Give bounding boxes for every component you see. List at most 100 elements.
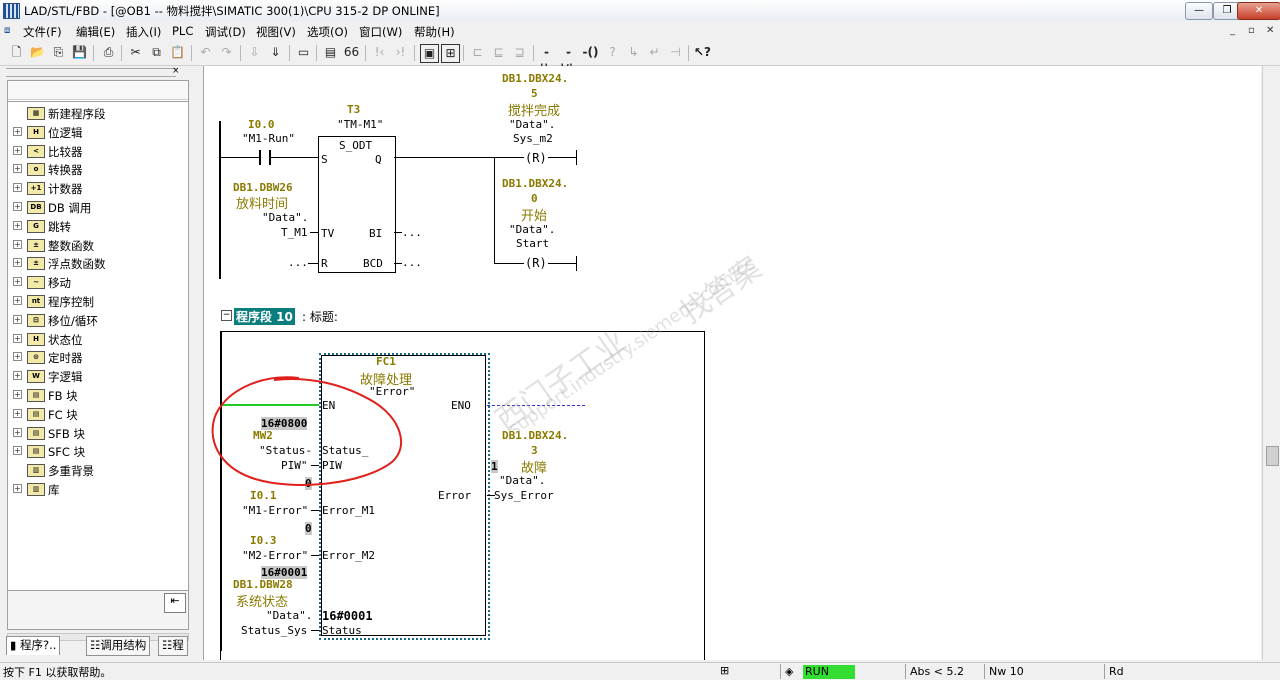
tab-call-structure[interactable]: ☷调用结构 [86, 636, 151, 656]
download-icon[interactable]: ⇓ [267, 44, 284, 61]
expand-icon[interactable]: + [13, 164, 22, 174]
connection-icon[interactable]: ⊣ [667, 44, 684, 61]
coil-icon[interactable]: -() [582, 44, 599, 61]
mdi-close-icon[interactable]: ✕ [1266, 25, 1274, 36]
status-sys-symbol-2: Status_Sys [241, 624, 308, 637]
new-icon[interactable]: 🗋 [8, 44, 25, 61]
coil2[interactable]: (R) [525, 256, 547, 270]
close-branch-icon[interactable]: ⊒ [511, 44, 528, 61]
close-button[interactable]: ✕ [1237, 2, 1280, 20]
tree-item-label: SFB 块 [48, 426, 85, 441]
menu-insert[interactable]: 插入(I) [126, 24, 161, 40]
program-elements-icon[interactable]: ⊞ [441, 44, 460, 63]
expand-icon[interactable]: + [13, 126, 22, 136]
collapse-network-icon[interactable]: − [221, 310, 232, 321]
expand-icon[interactable]: + [13, 145, 22, 155]
network-label[interactable]: 程序段 10 [234, 308, 295, 325]
nc-contact-icon[interactable]: -|/|- [560, 44, 578, 76]
print-icon[interactable]: ⎙ [100, 44, 117, 61]
pane-close-icon[interactable]: × [172, 66, 180, 76]
menu-file[interactable]: 文件(F) [23, 24, 62, 40]
redo-icon[interactable]: ↷ [218, 44, 235, 61]
mdi-restore-icon[interactable]: ▫ [1248, 25, 1255, 36]
open-block-icon[interactable]: ▭ [295, 44, 312, 61]
r-ellipsis: ... [288, 256, 308, 269]
branch-icon[interactable]: ⊑ [490, 44, 507, 61]
expand-icon[interactable]: + [13, 333, 22, 343]
open-branch-icon[interactable]: ↳ [625, 44, 642, 61]
pane-grip[interactable] [6, 68, 176, 77]
status-sys-symbol-1: "Data". [266, 609, 313, 622]
expand-icon[interactable]: + [13, 390, 22, 399]
close-branch-2-icon[interactable]: ↵ [646, 44, 663, 61]
tab-label: 调用结构 [100, 638, 147, 652]
expand-icon[interactable]: + [13, 277, 22, 287]
vertical-scrollbar[interactable] [1262, 66, 1280, 660]
copy-icon[interactable]: ⧉ [148, 44, 165, 61]
pane-shrink-icon[interactable]: ⇤ [164, 593, 186, 613]
network-title[interactable]: : 标题: [302, 308, 338, 325]
coil1[interactable]: (R) [525, 151, 547, 165]
open-icon[interactable]: 📂 [29, 44, 46, 61]
status-sys-comment: 系统状态 [236, 595, 289, 610]
menu-edit[interactable]: 编辑(E) [76, 24, 115, 40]
monitor-icon[interactable]: 66 [343, 44, 360, 61]
expand-icon[interactable]: + [13, 183, 22, 193]
separator [93, 45, 94, 61]
library-icon: ▥ [27, 483, 45, 496]
mdi-system-icon[interactable]: ⧈ [4, 25, 10, 36]
tab-program-elements[interactable]: ▮ 程序?.. [6, 636, 61, 655]
multi-instance-icon: ▥ [27, 464, 45, 478]
expand-icon[interactable]: + [13, 202, 22, 211]
menu-plc[interactable]: PLC [172, 24, 193, 38]
expand-icon[interactable]: + [13, 408, 22, 418]
accessible-nodes-icon[interactable]: ⎘ [50, 44, 67, 61]
pin-r: R [321, 257, 328, 270]
expand-icon[interactable]: + [13, 239, 22, 249]
network-overview-icon[interactable]: ▤ [322, 44, 339, 61]
overview-on-off-icon[interactable]: ▣ [420, 44, 439, 63]
expand-icon[interactable]: + [13, 371, 22, 381]
expand-icon[interactable]: + [13, 352, 22, 362]
save-icon[interactable]: 💾 [71, 44, 88, 61]
converter-icon: o [27, 163, 45, 177]
error-symbol-2: Sys_Error [494, 489, 554, 502]
db-call-icon: DB [27, 201, 45, 214]
tab-truncated[interactable]: ☷程 [158, 636, 188, 656]
menu-options[interactable]: 选项(O) [307, 24, 348, 40]
menu-debug[interactable]: 调试(D) [205, 24, 246, 40]
m2-error-value: 0 [305, 522, 312, 535]
context-help-icon[interactable]: ↖? [694, 44, 711, 61]
minimize-button[interactable]: — [1185, 2, 1213, 20]
mdi-minimize-icon[interactable]: _ [1230, 25, 1235, 36]
annotation-ellipse [211, 376, 402, 486]
load-icon[interactable]: ⇩ [246, 44, 263, 61]
expand-icon[interactable]: + [13, 220, 22, 230]
title-bar: LAD/STL/FBD - [@OB1 -- 物料搅拌\SIMATIC 300(… [0, 0, 1280, 22]
scrollbar-thumb[interactable] [1266, 446, 1279, 466]
undo-icon[interactable]: ↶ [197, 44, 214, 61]
expand-icon[interactable]: + [13, 296, 22, 305]
cut-icon[interactable]: ✂ [127, 44, 144, 61]
no-contact-icon[interactable]: -||- [538, 44, 555, 76]
menu-window[interactable]: 窗口(W) [359, 24, 402, 40]
expand-icon[interactable]: + [13, 446, 22, 456]
empty-box-icon[interactable]: ? [604, 44, 621, 61]
timer-box[interactable]: S_ODT S Q TV BI R BCD [318, 136, 396, 273]
tree-item-label: 浮点数函数 [48, 257, 106, 272]
toggle-display-icon[interactable]: ›! [392, 44, 409, 61]
expand-icon[interactable]: + [13, 484, 22, 493]
expand-icon[interactable]: + [13, 314, 22, 324]
paste-icon[interactable]: 📋 [169, 44, 186, 61]
coil-end-bar [576, 256, 577, 271]
toggle-comments-icon[interactable]: !‹ [371, 44, 388, 61]
insert-branch-icon[interactable]: ⊏ [469, 44, 486, 61]
ladder-editor[interactable]: I0.0 "M1-Run" T3 "TM-M1" S_ODT S Q TV BI… [204, 66, 1261, 660]
menu-help[interactable]: 帮助(H) [414, 24, 455, 40]
expand-icon[interactable]: + [13, 258, 22, 268]
tree-item-label: 定时器 [48, 351, 83, 366]
menu-view[interactable]: 视图(V) [256, 24, 296, 40]
expand-icon[interactable]: + [13, 427, 22, 437]
coil2-symbol-1: "Data". [509, 223, 556, 236]
program-elements-tab-icon: ▮ [10, 638, 17, 652]
